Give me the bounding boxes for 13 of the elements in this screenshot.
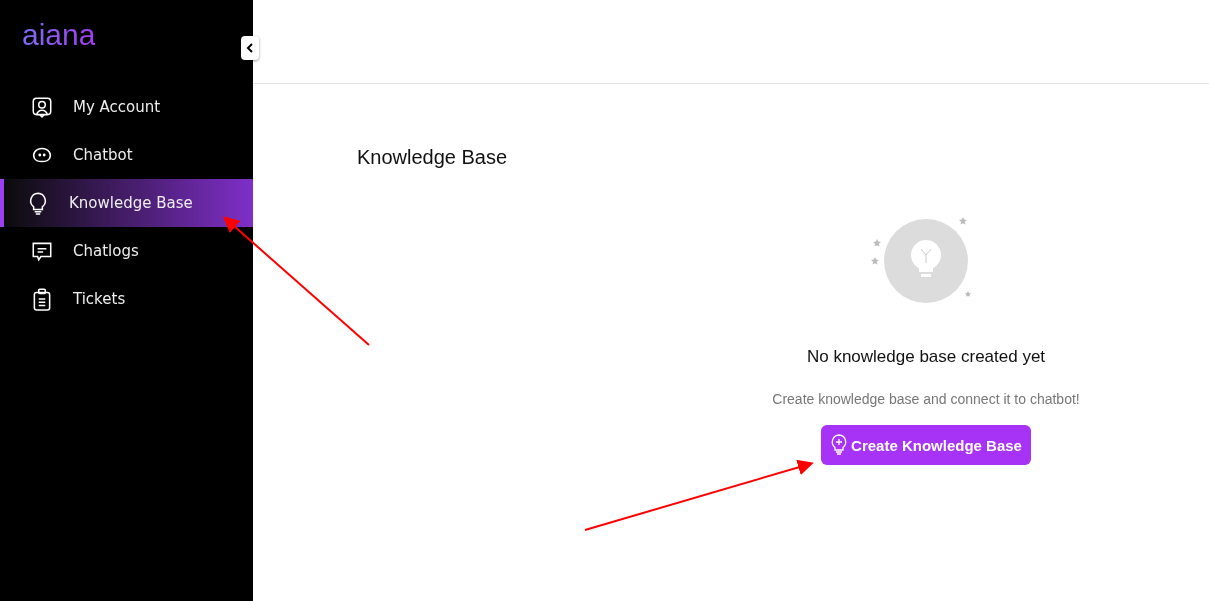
lightbulb-plus-icon — [830, 434, 849, 456]
account-icon — [30, 95, 54, 119]
empty-heading: No knowledge base created yet — [806, 347, 1046, 367]
sidebar-item[interactable]: Knowledge Base — [0, 179, 253, 227]
sidebar-item[interactable]: My Account — [0, 83, 253, 131]
sidebar-item[interactable]: Tickets — [0, 275, 253, 323]
sidebar-item[interactable]: Chatbot — [0, 131, 253, 179]
sidebar-item[interactable]: Chatlogs — [0, 227, 253, 275]
page-title: Knowledge Base — [357, 146, 508, 169]
chevron-left-icon — [246, 43, 254, 53]
collapse-button[interactable] — [241, 36, 259, 60]
create-knowledge-base-button[interactable]: Create Knowledge Base — [821, 425, 1031, 465]
empty-message: Create knowledge base and connect it to chatbot! — [772, 391, 1080, 407]
